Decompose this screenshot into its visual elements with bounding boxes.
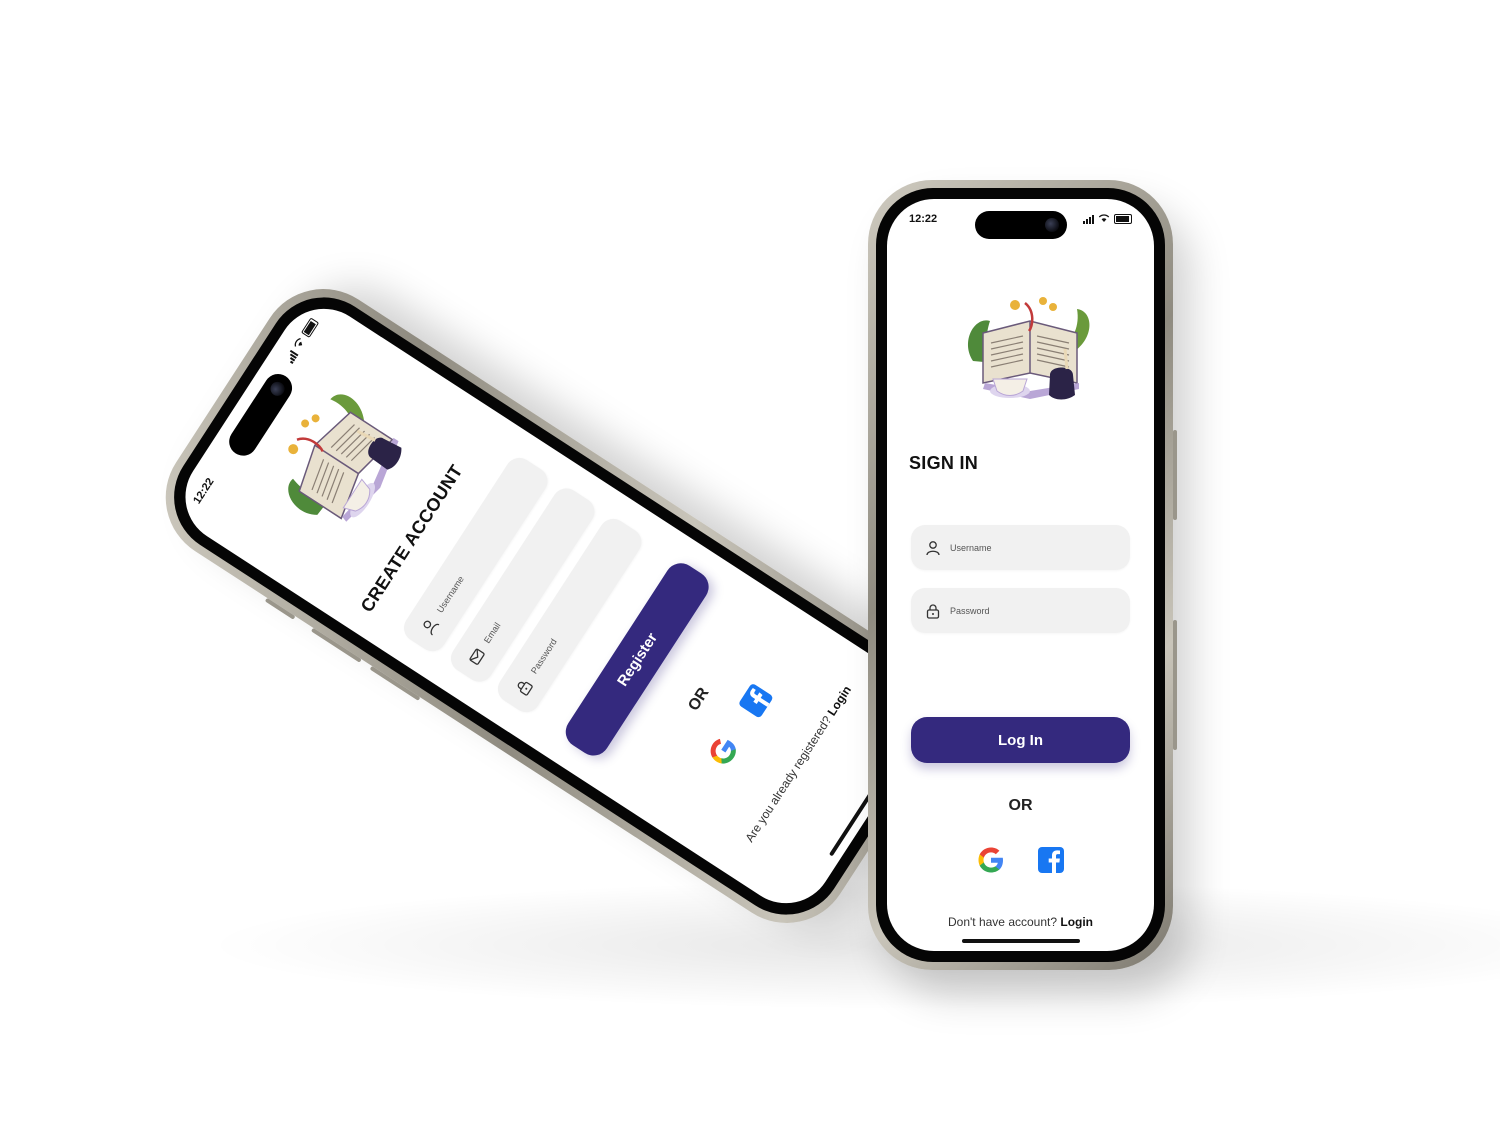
signal-icon	[284, 349, 299, 364]
front-camera	[267, 379, 288, 399]
username-placeholder: Username	[950, 542, 992, 553]
user-icon	[418, 615, 440, 637]
phone-create-account: 12:22 CREATE ACCOUNT Username Email Pass…	[141, 264, 969, 948]
login-link[interactable]: Login	[1060, 915, 1093, 929]
status-time: 12:22	[191, 476, 217, 507]
lock-icon	[512, 676, 534, 698]
phone-bezel: 12:22	[876, 188, 1165, 962]
battery-icon	[1114, 214, 1132, 224]
facebook-icon[interactable]	[735, 680, 776, 721]
google-icon[interactable]	[976, 845, 1006, 875]
wifi-icon	[291, 335, 308, 352]
facebook-icon[interactable]	[1036, 845, 1066, 875]
battery-icon	[300, 317, 320, 338]
phone-side-button	[1173, 620, 1177, 750]
footer-prefix: Are you already registered?	[742, 713, 835, 845]
mail-icon	[465, 645, 487, 667]
floor-shadow	[200, 880, 1500, 1010]
status-time: 12:22	[909, 213, 938, 225]
login-button[interactable]: Log In	[911, 717, 1130, 763]
email-placeholder: Email	[481, 620, 503, 645]
dynamic-island	[974, 211, 1067, 239]
footer-signup-prompt: Don't have account? Login	[887, 915, 1154, 929]
book-illustration	[955, 291, 1105, 411]
username-input[interactable]: Username	[911, 525, 1130, 570]
lock-icon	[925, 603, 941, 619]
wifi-icon	[1098, 213, 1110, 225]
social-login-row	[887, 845, 1154, 875]
or-divider: OR	[1008, 797, 1033, 814]
front-camera	[1044, 218, 1059, 232]
login-link[interactable]: Login	[825, 683, 855, 718]
home-indicator	[961, 939, 1080, 943]
password-input[interactable]: Password	[911, 588, 1130, 633]
username-placeholder: Username	[434, 574, 466, 615]
phone-sign-in: 12:22 SIGN IN Username Password Log In O…	[868, 180, 1177, 970]
signal-icon	[1083, 214, 1094, 224]
footer-login-prompt: Are you already registered? Login	[721, 650, 875, 877]
footer-prefix: Don't have account?	[947, 915, 1058, 929]
create-account-screen: 12:22 CREATE ACCOUNT Username Email Pass…	[167, 290, 943, 922]
user-icon	[925, 540, 941, 556]
sign-in-screen: 12:22 SIGN IN Username Password Log In O…	[887, 199, 1154, 951]
status-icons	[283, 317, 320, 365]
password-placeholder: Password	[950, 605, 990, 616]
password-placeholder: Password	[528, 636, 559, 676]
google-icon[interactable]	[702, 730, 743, 771]
status-icons	[1083, 213, 1132, 225]
phone-power-button	[1173, 430, 1177, 520]
page-title: SIGN IN	[909, 453, 979, 473]
